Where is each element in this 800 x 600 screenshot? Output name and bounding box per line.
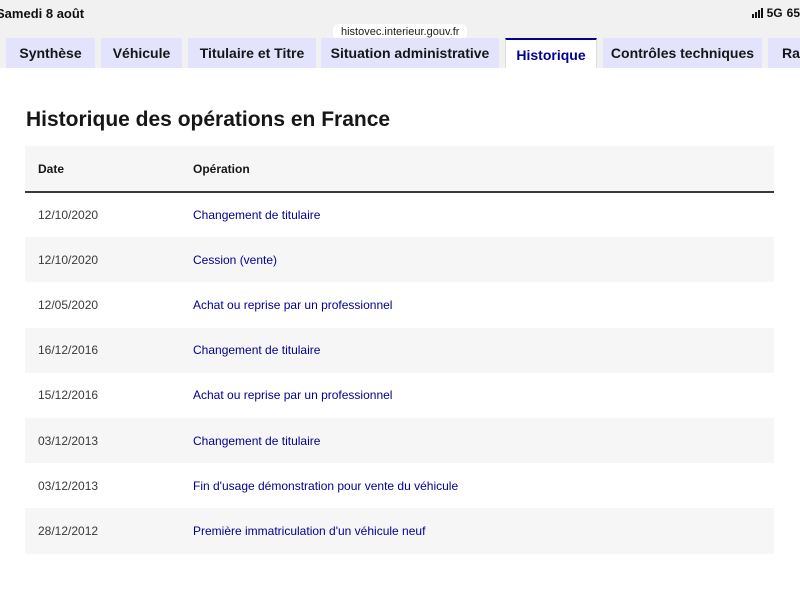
tab-historique[interactable]: Historique [505,38,597,68]
tab-titulaire[interactable]: Titulaire et Titre [188,38,316,68]
table-row: 15/12/2016 Achat ou reprise par un profe… [25,373,774,418]
table-header-row: Date Opération [25,146,774,192]
row-operation-link[interactable]: Changement de titulaire [193,192,774,237]
status-time: Samedi 8 août [0,6,85,21]
row-date: 12/05/2020 [38,297,99,312]
row-date: 15/12/2016 [38,388,99,403]
signal-icon [751,8,763,18]
row-date: 16/12/2016 [38,343,99,358]
row-operation-link[interactable]: Première immatriculation d'un véhicule n… [193,508,774,553]
tab-synthese[interactable]: Synthèse [6,38,95,68]
row-operation-link[interactable]: Achat ou reprise par un professionnel [193,373,774,418]
table-row: 12/10/2020 Cession (vente) [25,237,774,283]
tab-bar: Synthèse Véhicule Titulaire et Titre Sit… [0,38,800,68]
operations-table: Date Opération 12/10/2020 Changement de … [25,146,774,554]
row-date: 03/12/2013 [38,478,99,493]
row-operation-link[interactable]: Cession (vente) [193,237,774,282]
row-operation-link[interactable]: Changement de titulaire [193,418,774,463]
column-header-operation: Opération [193,161,250,176]
row-date: 28/12/2012 [38,523,99,538]
battery-level: 65 [786,6,800,20]
tab-controles-techniques[interactable]: Contrôles techniques [603,38,762,68]
column-header-date: Date [38,161,65,176]
row-operation-link[interactable]: Changement de titulaire [193,328,774,373]
row-operation-link[interactable]: Fin d'usage démonstration pour vente du … [193,463,774,508]
status-bar: Samedi 8 août 5G 65 [0,0,800,26]
tab-vehicule[interactable]: Véhicule [101,38,182,68]
table-row: 16/12/2016 Changement de titulaire [25,327,774,373]
network-label: 5G [766,6,783,20]
tab-situation-administrative[interactable]: Situation administrative [321,38,499,68]
tab-rapport[interactable]: Rap [768,38,800,68]
table-row: 03/12/2013 Changement de titulaire [25,417,774,464]
table-row: 28/12/2012 Première immatriculation d'un… [25,508,774,554]
row-date: 12/10/2020 [38,252,99,267]
row-date: 12/10/2020 [38,208,99,223]
status-indicators: 5G 65 [751,6,800,20]
table-row: 03/12/2013 Fin d'usage démonstration pou… [25,463,774,508]
row-date: 03/12/2013 [38,433,99,448]
row-operation-link[interactable]: Achat ou reprise par un professionnel [193,282,774,327]
page-title: Historique des opérations en France [26,108,391,131]
table-row: 12/05/2020 Achat ou reprise par un profe… [25,282,774,327]
table-row: 12/10/2020 Changement de titulaire [25,192,774,237]
